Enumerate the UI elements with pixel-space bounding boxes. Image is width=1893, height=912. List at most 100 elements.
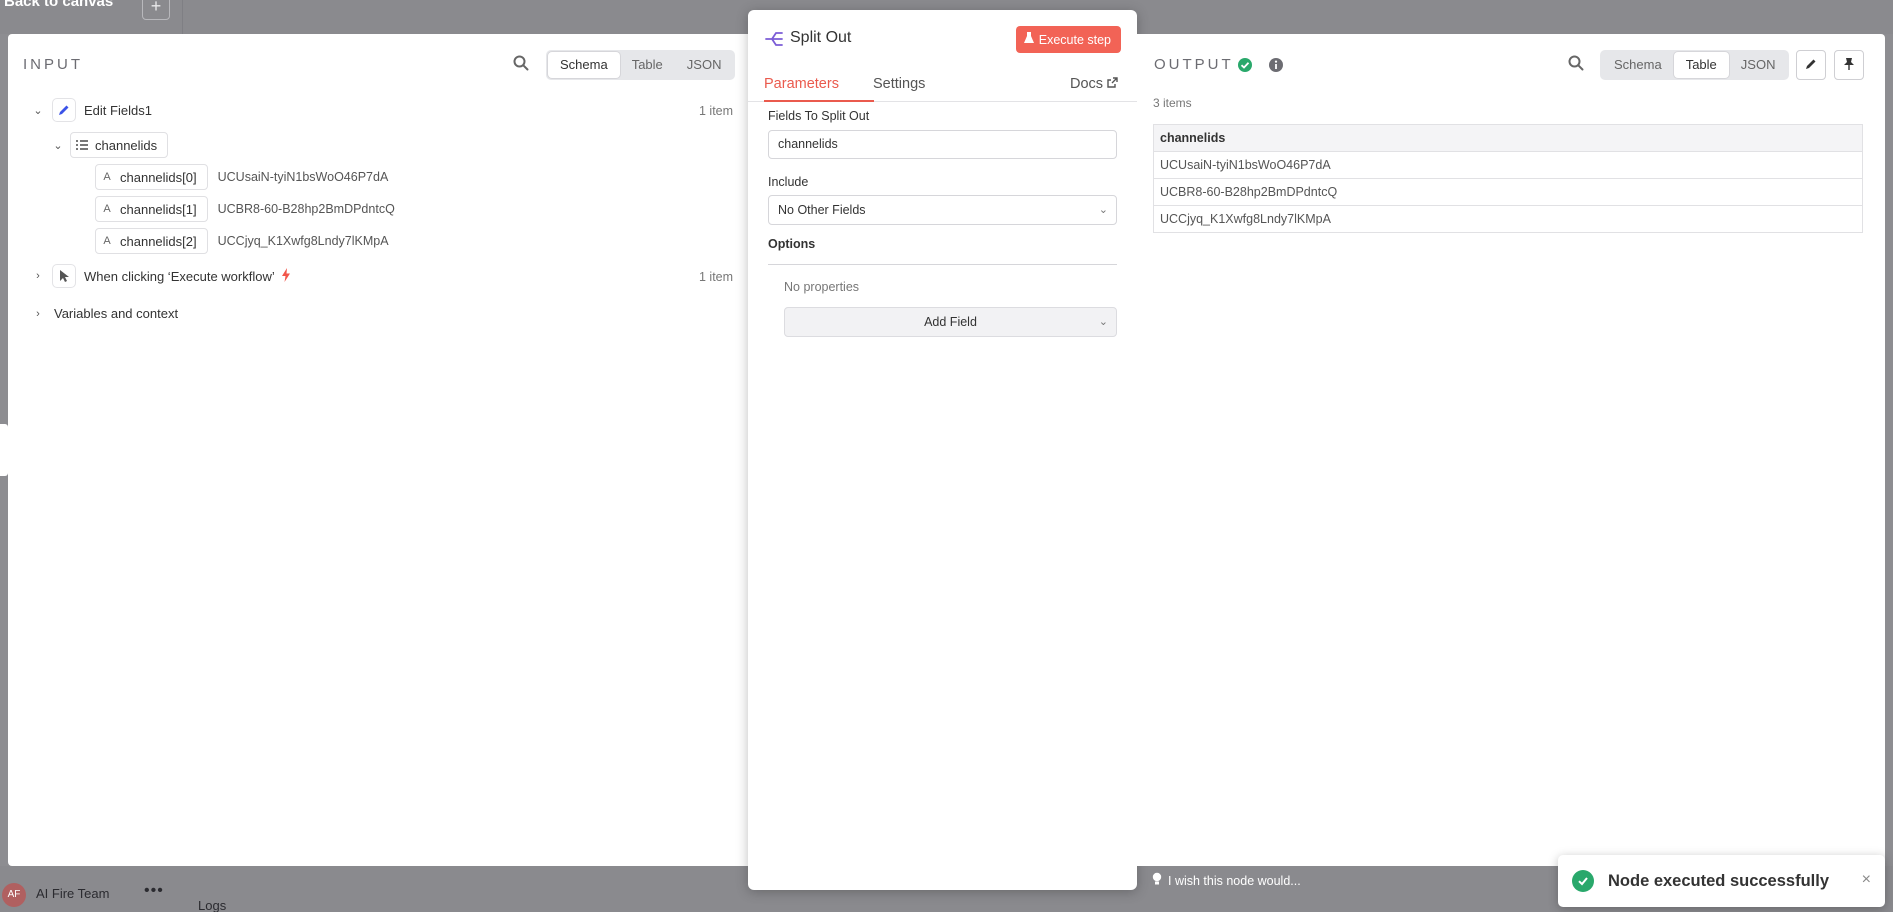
variables-label: Variables and context xyxy=(54,306,179,321)
bolt-icon xyxy=(281,267,291,285)
no-properties-text: No properties xyxy=(784,280,860,294)
add-node-button[interactable]: + xyxy=(142,0,170,20)
node-tabs: Parameters Settings Docs xyxy=(748,66,1137,102)
item-pill[interactable]: A channelids[0] xyxy=(95,164,208,190)
output-panel: OUTPUT Schema Table JSON 3 items channel… xyxy=(1137,34,1885,866)
chevron-down-icon[interactable]: ⌄ xyxy=(50,139,66,152)
item-value: UCCjyq_K1Xwfg8Lndy7lKMpA xyxy=(217,234,389,248)
chevron-down-icon: ⌄ xyxy=(1098,204,1108,216)
external-link-icon xyxy=(1107,76,1118,92)
item-value: UCUsaiN-tyiN1bsWoO46P7dA xyxy=(217,170,389,184)
info-icon[interactable] xyxy=(1268,57,1284,76)
split-out-icon xyxy=(764,30,784,51)
node-title: Split Out xyxy=(790,29,852,46)
more-options-icon[interactable]: ••• xyxy=(144,882,164,900)
item-key: channelids[2] xyxy=(120,233,197,249)
tab-parameters[interactable]: Parameters xyxy=(764,76,839,92)
table-cell: UCBR8-60-B28hp2BmDPdntcQ xyxy=(1153,178,1863,206)
tree-node-trigger[interactable]: › When clicking ‘Execute workflow’ xyxy=(30,264,291,288)
input-view-json[interactable]: JSON xyxy=(675,52,734,78)
output-view-table[interactable]: Table xyxy=(1673,52,1729,78)
item-value: UCBR8-60-B28hp2BmDPdntcQ xyxy=(217,202,395,216)
table-cell: UCUsaiN-tyiN1bsWoO46P7dA xyxy=(1153,151,1863,179)
fields-to-split-label: Fields To Split Out xyxy=(768,109,870,123)
back-to-canvas-link[interactable]: Back to canvas xyxy=(4,0,113,10)
pin-output-button[interactable] xyxy=(1834,50,1864,80)
docs-label: Docs xyxy=(1070,76,1104,92)
add-field-label: Add Field xyxy=(924,315,977,329)
item-pill[interactable]: A channelids[1] xyxy=(95,196,208,222)
check-circle-icon xyxy=(1572,870,1594,892)
add-field-button[interactable]: Add Field ⌄ xyxy=(784,307,1117,337)
string-type-icon: A xyxy=(103,171,111,183)
item-count: 1 item xyxy=(699,270,734,284)
list-icon xyxy=(71,134,93,156)
output-item-count: 3 items xyxy=(1153,96,1192,110)
output-view-switcher: Schema Table JSON xyxy=(1600,50,1790,80)
output-title: OUTPUT xyxy=(1154,56,1234,73)
table-row[interactable]: UCBR8-60-B28hp2BmDPdntcQ xyxy=(1153,178,1863,206)
toast-message: Node executed successfully xyxy=(1608,871,1830,890)
table-row[interactable]: UCCjyq_K1Xwfg8Lndy7lKMpA xyxy=(1153,205,1863,233)
input-view-schema[interactable]: Schema xyxy=(548,52,620,78)
string-type-icon: A xyxy=(103,203,111,215)
pencil-icon xyxy=(1804,57,1818,74)
tree-field-channelids[interactable]: ⌄ channelids xyxy=(50,132,169,158)
field-name: channelids xyxy=(95,137,158,153)
field-pill[interactable]: channelids xyxy=(70,132,169,158)
tree-item[interactable]: A channelids[2] UCCjyq_K1Xwfg8Lndy7lKMpA xyxy=(95,228,389,254)
tree-variables[interactable]: › Variables and context xyxy=(30,306,178,321)
pencil-icon xyxy=(52,98,76,122)
output-view-json[interactable]: JSON xyxy=(1729,52,1788,78)
output-view-schema[interactable]: Schema xyxy=(1602,52,1674,78)
edit-output-button[interactable] xyxy=(1796,50,1826,80)
input-title: INPUT xyxy=(23,56,83,73)
tree-node-edit-fields[interactable]: ⌄ Edit Fields1 xyxy=(30,98,152,122)
table-cell: UCCjyq_K1Xwfg8Lndy7lKMpA xyxy=(1153,205,1863,233)
execute-step-label: Execute step xyxy=(1038,32,1111,47)
chevron-right-icon[interactable]: › xyxy=(30,308,46,320)
search-icon[interactable] xyxy=(1567,54,1589,76)
flask-icon xyxy=(1023,32,1034,47)
table-row[interactable]: UCUsaiN-tyiN1bsWoO46P7dA xyxy=(1153,151,1863,179)
pin-icon xyxy=(1843,57,1855,74)
chevron-right-icon[interactable]: › xyxy=(30,270,46,282)
input-panel: INPUT Schema Table JSON ⌄ Edit Fields1 1… xyxy=(8,34,748,866)
execute-step-button[interactable]: Execute step xyxy=(1015,26,1121,53)
tree-item[interactable]: A channelids[1] UCBR8-60-B28hp2BmDPdntcQ xyxy=(95,196,395,222)
include-label: Include xyxy=(768,175,809,189)
item-key: channelids[1] xyxy=(120,201,197,217)
input-view-table[interactable]: Table xyxy=(620,52,675,78)
avatar[interactable]: AF xyxy=(2,883,26,907)
canvas-edge-tab xyxy=(0,424,8,476)
success-check-icon xyxy=(1237,57,1253,76)
node-name: When clicking ‘Execute workflow’ xyxy=(84,268,275,284)
include-select[interactable]: No Other Fields ⌄ xyxy=(768,195,1117,225)
feedback-link[interactable]: I wish this node would... xyxy=(1152,872,1301,889)
docs-link[interactable]: Docs xyxy=(1070,76,1118,92)
cursor-icon xyxy=(52,264,76,288)
node-name: Edit Fields1 xyxy=(84,102,152,118)
string-type-icon: A xyxy=(103,235,111,247)
search-icon[interactable] xyxy=(512,54,534,76)
logs-label[interactable]: Logs xyxy=(198,898,226,912)
feedback-label: I wish this node would... xyxy=(1168,873,1301,888)
tab-settings[interactable]: Settings xyxy=(873,76,925,92)
lightbulb-icon xyxy=(1152,872,1162,889)
item-pill[interactable]: A channelids[2] xyxy=(95,228,208,254)
item-key: channelids[0] xyxy=(120,169,197,185)
chevron-down-icon[interactable]: ⌄ xyxy=(30,104,46,117)
fields-to-split-input[interactable]: channelids xyxy=(768,130,1117,159)
item-count: 1 item xyxy=(699,104,734,118)
close-icon[interactable]: × xyxy=(1862,871,1871,889)
input-view-switcher: Schema Table JSON xyxy=(546,50,736,80)
options-divider xyxy=(768,264,1117,265)
success-toast: Node executed successfully × xyxy=(1558,855,1885,907)
output-table: channelids UCUsaiN-tyiN1bsWoO46P7dA UCBR… xyxy=(1153,124,1863,233)
active-tab-indicator xyxy=(764,100,874,102)
team-name: AI Fire Team xyxy=(36,886,110,901)
chevron-down-icon: ⌄ xyxy=(1098,316,1108,328)
include-value: No Other Fields xyxy=(778,203,866,217)
table-header: channelids xyxy=(1153,124,1863,152)
tree-item[interactable]: A channelids[0] UCUsaiN-tyiN1bsWoO46P7dA xyxy=(95,164,388,190)
